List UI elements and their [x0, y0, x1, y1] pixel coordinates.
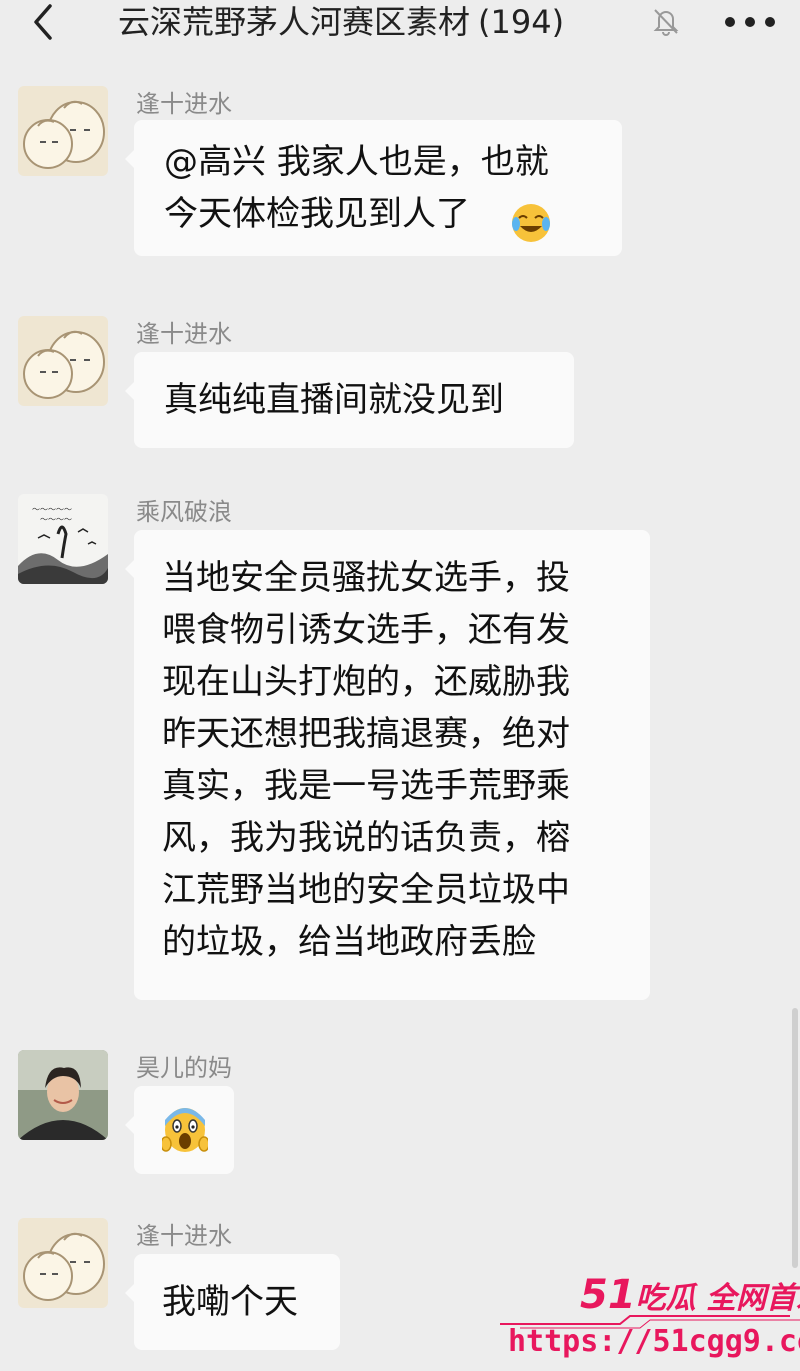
chat-header: 云深荒野茅人河赛区素材 (194)	[0, 0, 800, 50]
group-title: 云深荒野茅人河赛区素材 (194)	[118, 2, 564, 42]
watermark-url: https://51cgg9.com	[508, 1324, 800, 1359]
message-text: 真纯纯直播间就没见到	[164, 380, 504, 420]
message-bubble[interactable]	[125, 1086, 234, 1174]
sender-name: 逢十进水	[136, 1222, 232, 1250]
screaming-face-emoji	[162, 1108, 208, 1152]
message-bubble[interactable]: 真纯纯直播间就没见到	[125, 352, 574, 448]
sender-name: 逢十进水	[136, 90, 232, 118]
sender-name: 昊儿的妈	[136, 1054, 232, 1082]
member-count: (194)	[478, 3, 565, 41]
back-arrow-icon[interactable]	[24, 2, 64, 42]
svg-text:～～～～: ～～～～	[40, 515, 72, 524]
sender-name: 乘风破浪	[136, 498, 232, 526]
svg-text:～～～～～: ～～～～～	[32, 505, 72, 514]
woman-photo-avatar[interactable]	[18, 1050, 108, 1140]
crying-laughing-emoji	[512, 204, 550, 242]
message-bubble[interactable]: 我嘞个天	[125, 1254, 340, 1350]
message-text: 我嘞个天	[162, 1282, 298, 1322]
cartoon-dogs-avatar[interactable]	[18, 86, 108, 176]
message-bubble[interactable]: 当地安全员骚扰女选手，投 喂食物引诱女选手，还有发 现在山头打炮的，还威胁我 昨…	[125, 530, 650, 1000]
more-options-icon[interactable]	[722, 12, 778, 32]
site-watermark: 51吃瓜 全网首发 https://51cgg9.com	[500, 1272, 800, 1371]
mute-bell-icon	[653, 9, 679, 36]
message-text: 当地安全员骚扰女选手，投 喂食物引诱女选手，还有发 现在山头打炮的，还威胁我 昨…	[162, 558, 570, 962]
group-name: 云深荒野茅人河赛区素材	[118, 3, 471, 41]
sender-name: 逢十进水	[136, 320, 232, 348]
message-bubble[interactable]: @高兴 我家人也是，也就 今天体检我见到人了	[125, 120, 622, 256]
cartoon-dogs-avatar[interactable]	[18, 1218, 108, 1308]
cartoon-dogs-avatar[interactable]	[18, 316, 108, 406]
scrollbar[interactable]	[792, 1008, 798, 1268]
ink-landscape-avatar[interactable]: ～～～～～ ～～～～	[18, 494, 108, 584]
